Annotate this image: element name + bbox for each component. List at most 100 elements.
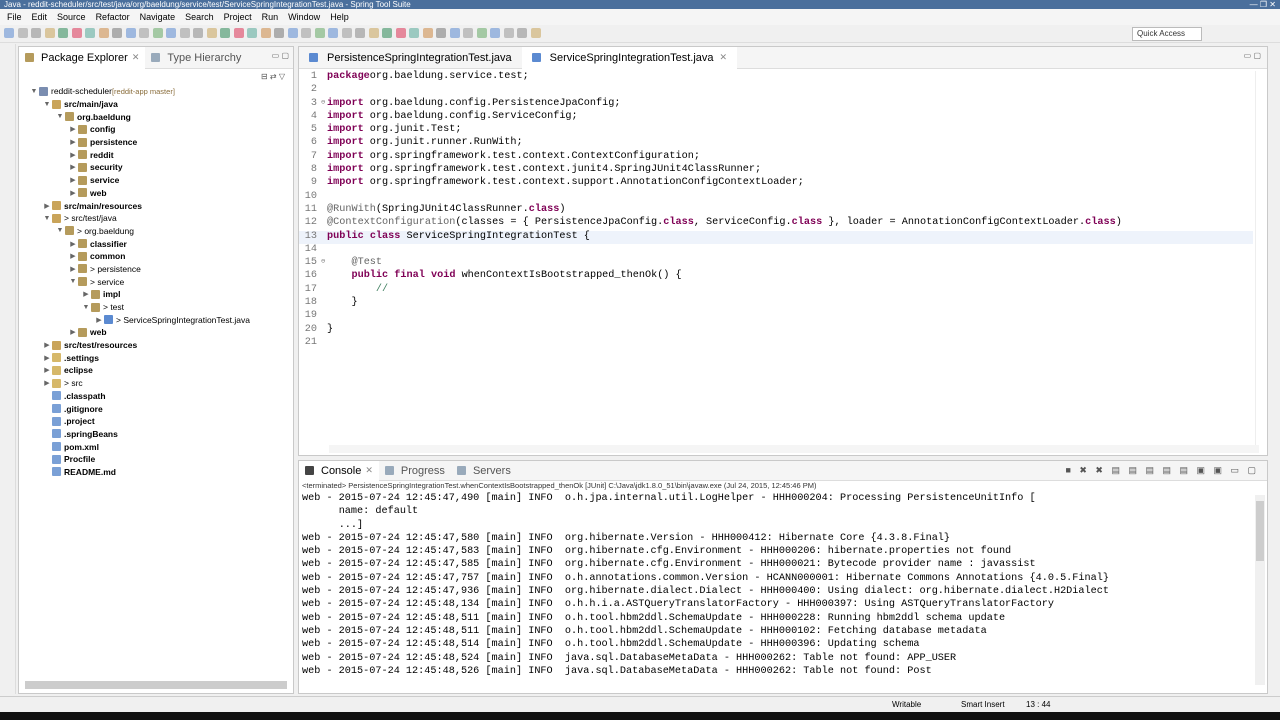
code-line[interactable]: 21 <box>299 337 1253 350</box>
chevron-right-icon[interactable]: ▶ <box>68 125 78 133</box>
toolbar-button[interactable] <box>220 28 230 38</box>
tree-item[interactable]: ▼ org.baeldung <box>19 110 293 123</box>
toolbar-button[interactable] <box>98 28 109 38</box>
tree-item[interactable]: ▼ > test <box>19 301 293 314</box>
chevron-right-icon[interactable]: ▶ <box>42 202 52 210</box>
toolbar-button[interactable] <box>490 28 500 38</box>
code-line[interactable]: 12 @ContextConfiguration(classes = { Pers… <box>299 217 1253 230</box>
toolbar-button[interactable] <box>247 28 257 38</box>
toolbar-button[interactable] <box>503 28 514 38</box>
toolbar-button[interactable] <box>139 28 149 38</box>
code-line[interactable]: 13 public class ServiceSpringIntegrationT… <box>299 230 1253 244</box>
code-line[interactable]: 2 <box>299 84 1253 97</box>
code-line[interactable]: 3 ⊖ import org.baeldung.config.Persistence… <box>299 98 1253 111</box>
toolbar-button[interactable] <box>274 28 284 38</box>
toolbar-button[interactable] <box>233 28 244 38</box>
code-line[interactable]: 19 <box>299 310 1253 323</box>
toolbar-button[interactable] <box>71 28 82 38</box>
chevron-right-icon[interactable]: ▶ <box>68 265 78 273</box>
tree-item[interactable]: ▼ > service <box>19 275 293 288</box>
tree-item[interactable]: ▼ reddit-scheduler [reddit-app master] <box>19 85 293 98</box>
editor-tab[interactable]: ServiceSpringIntegrationTest.java ✕ <box>521 46 738 69</box>
horizontal-scrollbar[interactable] <box>25 681 287 689</box>
menu-refactor[interactable]: Refactor <box>91 12 135 22</box>
tree-item[interactable]: ▼ src/main/java <box>19 98 293 111</box>
toolbar-button[interactable] <box>166 28 176 38</box>
toolbar-button[interactable] <box>112 28 122 38</box>
chevron-right-icon[interactable]: ▶ <box>68 252 78 260</box>
chevron-right-icon[interactable]: ▶ <box>68 189 78 197</box>
tree-item[interactable]: ▼ > src/test/java <box>19 212 293 225</box>
tree-item[interactable]: ▶ reddit <box>19 148 293 161</box>
tab-servers[interactable]: Servers <box>451 461 517 481</box>
toolbar-button[interactable] <box>517 28 527 38</box>
toolbar-button[interactable] <box>355 28 365 38</box>
toolbar-button[interactable] <box>314 28 325 38</box>
toolbar-button[interactable] <box>422 28 433 38</box>
toolbar-button[interactable] <box>125 28 136 38</box>
tree-item[interactable]: ▶ common <box>19 250 293 263</box>
code-line[interactable]: 7 import org.springframework.test.context… <box>299 151 1253 164</box>
toolbar-button[interactable] <box>4 28 14 38</box>
tree-item[interactable]: ▼ > org.baeldung <box>19 225 293 238</box>
tree-item[interactable]: ▶ config <box>19 123 293 136</box>
tree-item[interactable]: ▶ .settings <box>19 351 293 364</box>
tab-console[interactable]: Console ✕ <box>299 460 379 481</box>
toolbar-button[interactable] <box>152 28 163 38</box>
toolbar-button[interactable] <box>368 28 379 38</box>
close-icon[interactable]: ✕ <box>365 465 373 476</box>
code-line[interactable]: 18 } <box>299 297 1253 310</box>
tab-type-hierarchy[interactable]: Type Hierarchy <box>145 47 247 69</box>
menu-source[interactable]: Source <box>52 12 91 22</box>
tree-item[interactable]: ▶ web <box>19 326 293 339</box>
code-line[interactable]: 10 <box>299 191 1253 204</box>
code-line[interactable]: 6 import org.junit.runner.RunWith; <box>299 137 1253 150</box>
chevron-right-icon[interactable]: ▶ <box>42 366 52 374</box>
toolbar-button[interactable] <box>328 28 338 38</box>
chevron-down-icon[interactable]: ▼ <box>29 88 39 95</box>
tree-item[interactable]: ▶ > ServiceSpringIntegrationTest.java <box>19 313 293 326</box>
tree-item[interactable]: .project <box>19 415 293 428</box>
editor-tab[interactable]: PersistenceSpringIntegrationTest.java <box>299 47 522 69</box>
toolbar-button[interactable] <box>476 28 487 38</box>
chevron-down-icon[interactable]: ▼ <box>55 227 65 234</box>
close-icon[interactable]: ✕ <box>132 52 140 63</box>
tree-item[interactable]: README.md <box>19 466 293 479</box>
chevron-right-icon[interactable]: ▶ <box>81 290 91 298</box>
chevron-down-icon[interactable]: ▼ <box>68 278 78 285</box>
close-icon[interactable]: ✕ <box>720 52 728 63</box>
tree-item[interactable]: .gitignore <box>19 402 293 415</box>
window-controls[interactable]: — ❐ ✕ <box>1250 0 1276 9</box>
console-vertical-scrollbar[interactable] <box>1255 495 1265 685</box>
chevron-right-icon[interactable]: ▶ <box>68 176 78 184</box>
toolbar-button[interactable] <box>301 28 311 38</box>
tree-item[interactable]: pom.xml <box>19 440 293 453</box>
tree-item[interactable]: Procfile <box>19 453 293 466</box>
toolbar-button[interactable] <box>530 28 541 38</box>
toolbar-button[interactable] <box>463 28 473 38</box>
tree-item[interactable]: ▶ src/test/resources <box>19 339 293 352</box>
tree-item[interactable]: .springBeans <box>19 428 293 441</box>
menu-help[interactable]: Help <box>325 12 354 22</box>
menu-edit[interactable]: Edit <box>27 12 53 22</box>
code-line[interactable]: 20} <box>299 324 1253 337</box>
tree-item[interactable]: ▶ > src <box>19 377 293 390</box>
chevron-down-icon[interactable]: ▼ <box>42 101 52 108</box>
console-toolbar[interactable]: ■ ✖ ✖ ▤ ▤ ▤ ▤ ▤ ▣ ▣ ▭ ▢ <box>1065 465 1259 476</box>
toolbar-button[interactable] <box>449 28 460 38</box>
tab-package-explorer[interactable]: Package Explorer ✕ <box>19 46 146 69</box>
code-line[interactable]: 14 <box>299 244 1253 257</box>
toolbar-button[interactable] <box>260 28 271 38</box>
chevron-right-icon[interactable]: ▶ <box>42 341 52 349</box>
quick-access-input[interactable]: Quick Access <box>1132 27 1202 41</box>
console-output[interactable]: web - 2015-07-24 12:45:47,490 [main] INF… <box>299 493 1267 679</box>
chevron-right-icon[interactable]: ▶ <box>42 379 52 387</box>
tree-item[interactable]: ▶ web <box>19 187 293 200</box>
toolbar-button[interactable] <box>395 28 406 38</box>
chevron-right-icon[interactable]: ▶ <box>68 151 78 159</box>
view-minmax-icons[interactable]: ▭ ▢ <box>272 51 289 60</box>
toolbar-button[interactable] <box>436 28 446 38</box>
code-line[interactable]: 15 ⊖ @Test <box>299 257 1253 270</box>
tab-progress[interactable]: Progress <box>379 461 451 481</box>
toolbar-button[interactable] <box>341 28 352 38</box>
